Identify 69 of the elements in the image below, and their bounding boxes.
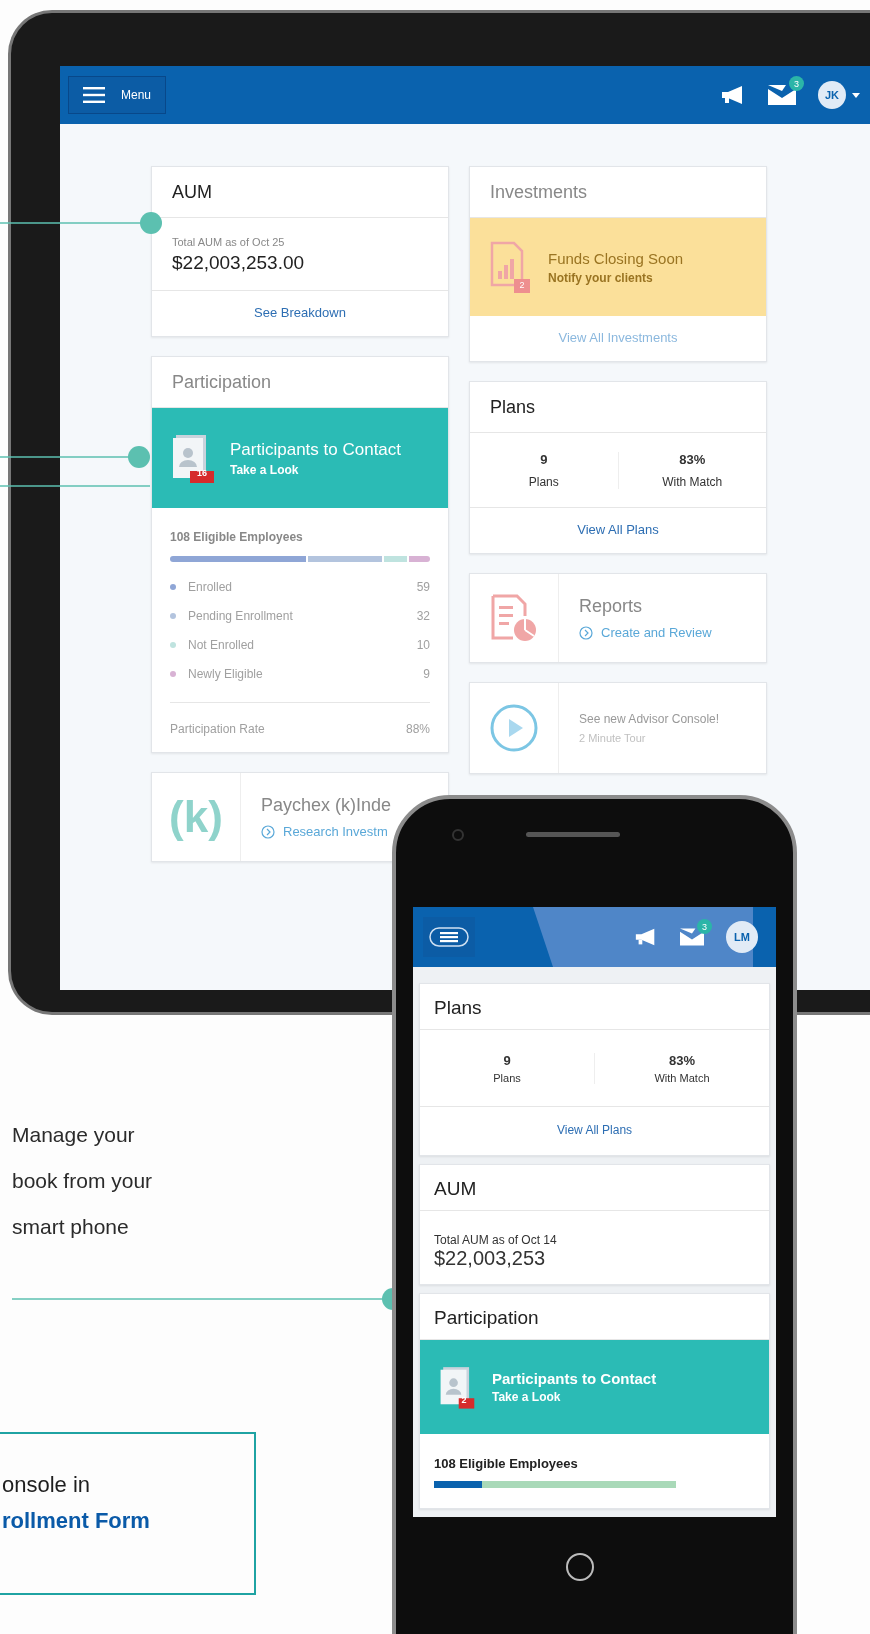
document-chart-icon	[490, 241, 530, 293]
chevron-circle-icon	[261, 824, 275, 839]
menu-button[interactable]: Menu	[68, 76, 167, 114]
view-plans-link[interactable]: View All Plans	[470, 508, 766, 553]
alert-title: Funds Closing Soon	[548, 249, 684, 267]
menu-button[interactable]	[423, 917, 475, 957]
aum-caption: Total AUM as of Oct 25	[172, 236, 286, 248]
alert-subtitle: Notify your clients	[548, 270, 654, 285]
contact-card-icon	[438, 1364, 476, 1410]
create-review-link[interactable]: Create and Review	[579, 625, 712, 640]
enrollment-form-link[interactable]: rollment Form	[2, 1508, 150, 1534]
menu-icon	[83, 87, 105, 103]
aum-amount: $22,003,253	[434, 1247, 547, 1270]
card-title: Paychex (k)Inde	[261, 795, 392, 816]
promo-text: onsole in	[2, 1472, 91, 1498]
eligible-count: 108 Eligible Employees	[170, 530, 304, 544]
stat-value: 9	[502, 1052, 512, 1068]
mail-icon[interactable]	[680, 928, 704, 946]
eligible-count: 108 Eligible Employees	[433, 1455, 579, 1473]
research-link[interactable]: Research Investm	[261, 824, 392, 839]
view-plans-link[interactable]: View All Plans	[420, 1107, 769, 1155]
card-title: Plans	[420, 984, 769, 1030]
legend-label: Newly Eligible	[188, 666, 264, 681]
stat-label: With Match	[653, 1071, 711, 1084]
contact-card-icon	[170, 433, 214, 483]
notification-count: 3	[789, 76, 804, 91]
aum-amount: $22,003,253.00	[172, 252, 306, 274]
chevron-circle-icon	[579, 625, 593, 640]
mail-icon[interactable]	[768, 85, 796, 105]
legend-count: 32	[416, 608, 430, 623]
k-logo: (k)	[169, 792, 223, 842]
alert-banner[interactable]: 2 Funds Closing Soon Notify your clients	[470, 218, 766, 316]
stat-value: 9	[539, 451, 549, 467]
legend-count: 10	[416, 637, 430, 652]
card-title: Reports	[579, 596, 644, 617]
alert-count: 2	[460, 1395, 468, 1405]
tour-title: See new Advisor Console!	[579, 712, 720, 726]
card-title: Plans	[470, 382, 766, 433]
alert-title: Participants to Contact	[492, 1370, 657, 1387]
alert-subtitle: Take a Look	[492, 1390, 562, 1404]
alert-banner[interactable]: 16 Participants to Contact Take a Look	[152, 408, 448, 508]
legend-label: Pending Enrollment	[188, 608, 294, 623]
caret-icon[interactable]	[852, 92, 860, 98]
tour-subtitle: 2 Minute Tour	[579, 732, 647, 744]
alert-banner[interactable]: 2 Participants to Contact Take a Look	[420, 1340, 769, 1434]
card-title: AUM	[420, 1165, 769, 1211]
rate-label: Participation Rate	[170, 722, 265, 736]
report-chart-icon	[491, 594, 537, 642]
user-avatar[interactable]: JK	[818, 81, 846, 109]
stat-value: 83%	[678, 451, 707, 467]
legend-label: Enrolled	[188, 579, 234, 594]
legend-count: 9	[423, 666, 430, 681]
rate-value: 88%	[405, 722, 430, 736]
alert-count: 2	[518, 280, 526, 290]
aum-caption: Total AUM as of Oct 14	[434, 1233, 558, 1247]
stat-value: 83%	[668, 1052, 696, 1068]
stat-label: Plans	[527, 474, 560, 489]
callout-text: Manage your book from your smart phone	[12, 1122, 154, 1240]
alert-title: Participants to Contact	[230, 439, 402, 460]
legend-count: 59	[416, 579, 430, 594]
camera-dot	[452, 829, 464, 841]
alert-count: 16	[196, 468, 208, 478]
see-breakdown-link[interactable]: See Breakdown	[152, 291, 448, 336]
legend-label: Not Enrolled	[188, 637, 256, 652]
alert-subtitle: Take a Look	[230, 462, 300, 477]
stat-label: With Match	[661, 474, 724, 489]
home-button[interactable]	[566, 1553, 594, 1581]
menu-icon	[429, 927, 469, 947]
stat-label: Plans	[492, 1071, 522, 1084]
